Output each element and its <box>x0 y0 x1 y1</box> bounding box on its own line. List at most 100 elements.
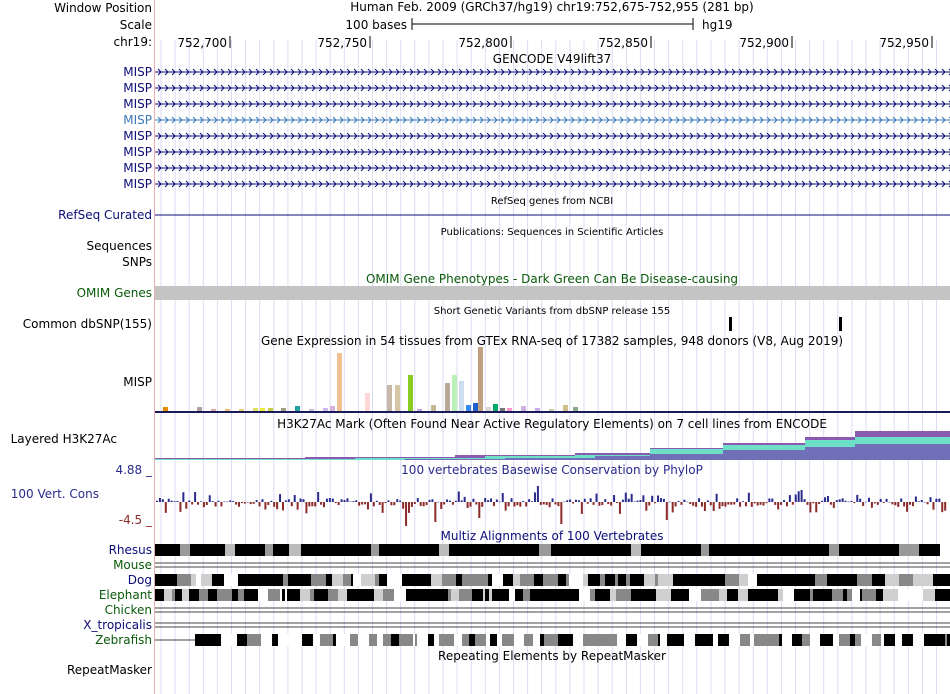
elephant-alignment <box>244 589 258 601</box>
gtex-tissue-bar <box>395 385 400 411</box>
gtex-label[interactable]: MISP <box>123 375 152 389</box>
elephant-alignment <box>714 589 719 601</box>
phylop-bar <box>396 499 399 502</box>
dbsnp-variant[interactable] <box>729 317 732 331</box>
phylop-bar <box>252 502 255 504</box>
dbsnp-label[interactable]: Common dbSNP(155) <box>23 317 152 331</box>
gtex-tissue-bar <box>337 353 342 411</box>
phylop-bar <box>572 502 575 504</box>
phylop-conservation-bars[interactable] <box>156 486 947 526</box>
phylop-bar <box>917 501 920 502</box>
gtex-tissue-bar <box>323 408 328 411</box>
omim-gene-bar[interactable] <box>155 286 950 300</box>
dbsnp-variant[interactable] <box>839 317 842 331</box>
phylop-bar <box>226 501 229 503</box>
multiz-species-rhesus[interactable]: Rhesus <box>109 543 152 557</box>
phylop-bar <box>501 493 504 502</box>
phylop-bar <box>800 490 803 502</box>
phylop-bar <box>580 502 583 514</box>
phylop-bar <box>630 493 633 502</box>
zebrafish-alignment <box>434 634 439 646</box>
gtex-tissue-bar <box>445 383 450 411</box>
zebrafish-alignment <box>839 634 850 646</box>
phylop-bar <box>246 501 249 503</box>
h3k27ac-label[interactable]: Layered H3K27Ac <box>11 432 117 446</box>
elephant-alignment <box>689 589 701 601</box>
multiz-species-x-tropicalis[interactable]: X_tropicalis <box>83 618 152 632</box>
zebrafish-alignment <box>658 634 660 646</box>
elephant-alignment <box>772 589 778 601</box>
gtex-tissue-bar <box>225 409 230 411</box>
phylop-bar <box>434 502 437 522</box>
gencode-label-4[interactable]: MISP <box>123 113 152 127</box>
phylop-bar <box>633 501 636 502</box>
elephant-alignment <box>530 589 543 601</box>
phylop-label[interactable]: 100 Vert. Cons <box>11 487 99 501</box>
phylop-bar <box>528 499 531 502</box>
phylop-bar <box>583 498 586 502</box>
zebrafish-alignment <box>782 634 788 646</box>
gencode-label-1[interactable]: MISP <box>123 65 152 79</box>
repeatmasker-label[interactable]: RepeatMasker <box>67 663 152 677</box>
publications-snps-label[interactable]: SNPs <box>122 255 152 269</box>
dog-alignment <box>520 574 534 586</box>
phylop-bar <box>604 499 607 502</box>
gtex-tissue-bar <box>281 408 286 411</box>
ruler-tick-label: 752,950 <box>879 36 929 50</box>
zebrafish-alignment <box>861 634 872 646</box>
multiz-species-elephant[interactable]: Elephant <box>99 588 152 602</box>
zebrafish-alignment <box>902 634 913 646</box>
gencode-label-3[interactable]: MISP <box>123 97 152 111</box>
dog-alignment <box>238 574 250 586</box>
elephant-alignment <box>172 589 175 601</box>
elephant-alignment <box>459 589 472 601</box>
multiz-species-zebrafish[interactable]: Zebrafish <box>95 633 152 647</box>
scale-bar <box>411 18 694 30</box>
gencode-label-6[interactable]: MISP <box>123 145 152 159</box>
phylop-bar <box>569 499 572 502</box>
zebrafish-alignment <box>540 634 544 646</box>
gencode-label-5[interactable]: MISP <box>123 129 152 143</box>
phylop-bar <box>926 502 929 505</box>
phylop-bar <box>692 502 695 506</box>
gtex-tissue-bar <box>563 405 568 411</box>
publications-sequences-label[interactable]: Sequences <box>87 239 152 253</box>
phylop-bar <box>539 502 542 505</box>
dog-alignment <box>658 574 673 586</box>
dog-alignment <box>618 574 626 586</box>
elephant-alignment <box>883 589 898 601</box>
zebrafish-alignment <box>383 634 391 646</box>
zebrafish-alignment <box>195 634 203 646</box>
elephant-alignment <box>610 589 616 601</box>
browser-tracks-svg[interactable]: Human Feb. 2009 (GRCh37/hg19) chr19:752,… <box>155 0 950 694</box>
gencode-label-7[interactable]: MISP <box>123 161 152 175</box>
track-image-area[interactable]: Human Feb. 2009 (GRCh37/hg19) chr19:752,… <box>155 0 950 694</box>
phylop-bar <box>416 498 419 502</box>
phylop-bar <box>747 492 750 502</box>
gtex-tissue-bars[interactable] <box>163 347 578 411</box>
zebrafish-alignment <box>289 634 300 646</box>
phylop-bar <box>862 502 865 506</box>
multiz-species-chicken[interactable]: Chicken <box>105 603 152 617</box>
refseq-label[interactable]: RefSeq Curated <box>58 208 152 222</box>
phylop-bar <box>812 502 815 504</box>
multiz-species-mouse[interactable]: Mouse <box>113 558 152 572</box>
elephant-alignment <box>189 589 191 601</box>
elephant-alignment <box>571 589 579 601</box>
zebrafish-alignment <box>945 634 947 646</box>
dog-alignment <box>353 574 361 586</box>
phylop-bar <box>381 502 384 513</box>
elephant-alignment <box>268 589 277 601</box>
phylop-bar <box>410 502 413 507</box>
multiz-species-dog[interactable]: Dog <box>128 573 152 587</box>
ruler-tick-label: 752,800 <box>458 36 508 50</box>
gencode-label-8[interactable]: MISP <box>123 177 152 191</box>
elephant-alignment <box>738 589 748 601</box>
phylop-bar <box>662 498 665 502</box>
elephant-alignment <box>685 589 689 601</box>
gencode-label-2[interactable]: MISP <box>123 81 152 95</box>
base-position-ruler[interactable]: 752,700 752,750 752,800 752,850 752,900 752,9… <box>177 36 933 50</box>
dog-alignment <box>258 574 272 586</box>
omim-label[interactable]: OMIM Genes <box>77 286 152 300</box>
phylop-bar <box>616 502 619 504</box>
